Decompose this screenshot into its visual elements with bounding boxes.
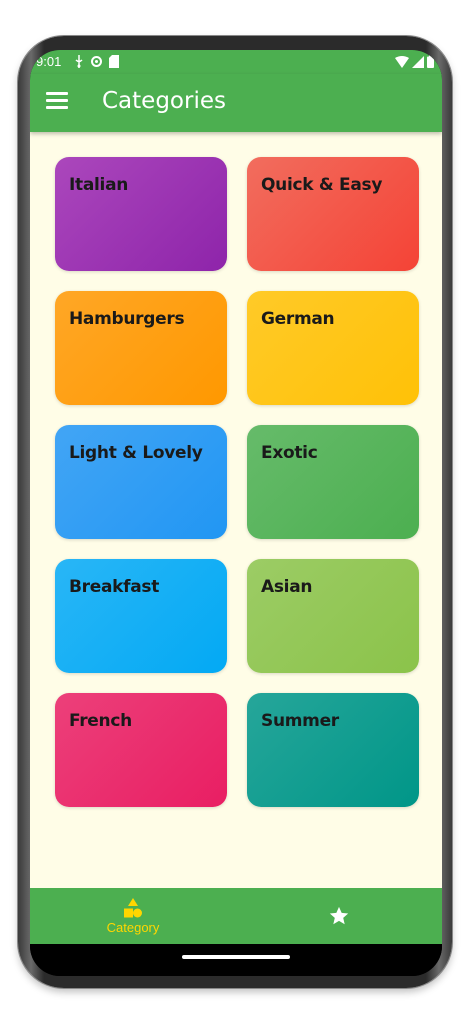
bottom-navigation: Category <box>30 888 442 944</box>
category-tile-label: German <box>261 309 335 329</box>
category-tile-label: Exotic <box>261 443 318 463</box>
nav-tab-favorites[interactable] <box>236 888 442 944</box>
menu-icon[interactable] <box>46 92 68 112</box>
sd-card-icon <box>109 55 119 68</box>
gesture-bar <box>30 944 442 976</box>
category-tile[interactable]: Hamburgers <box>55 291 227 405</box>
battery-icon <box>427 55 434 68</box>
status-time: 9:01 <box>36 54 62 69</box>
nav-tab-category[interactable]: Category <box>30 888 236 944</box>
nav-tab-category-label: Category <box>106 920 160 935</box>
home-indicator[interactable] <box>182 955 290 959</box>
status-system-icons <box>395 55 434 68</box>
category-tile[interactable]: Breakfast <box>55 559 227 673</box>
category-icon <box>124 898 142 918</box>
screen: 9:01 Categories Italian Quick & Easy Hambu… <box>30 50 442 976</box>
category-tile[interactable]: Quick & Easy <box>247 157 419 271</box>
category-tile-label: Breakfast <box>69 577 160 597</box>
category-tile-label: Quick & Easy <box>261 175 383 195</box>
category-tile-label: Italian <box>69 175 129 195</box>
category-tile[interactable]: Summer <box>247 693 419 807</box>
category-tile[interactable]: French <box>55 693 227 807</box>
status-notification-icons <box>74 55 119 68</box>
signal-icon <box>412 56 424 68</box>
category-tile-label: Hamburgers <box>69 309 185 329</box>
category-tile-label: French <box>69 711 132 731</box>
category-tile[interactable]: Exotic <box>247 425 419 539</box>
usb-icon <box>75 55 83 68</box>
category-tile[interactable]: Asian <box>247 559 419 673</box>
wifi-icon <box>395 56 409 68</box>
category-tile-label: Summer <box>261 711 339 731</box>
category-tile-label: Light & Lovely <box>69 443 203 463</box>
star-icon <box>329 906 349 925</box>
category-tile-label: Asian <box>261 577 313 597</box>
category-tile[interactable]: German <box>247 291 419 405</box>
settings-icon <box>91 56 102 67</box>
page-title: Categories <box>102 88 226 114</box>
app-bar: Categories <box>30 74 442 132</box>
category-tile[interactable]: Italian <box>55 157 227 271</box>
category-grid: Italian Quick & Easy Hamburgers German Light… <box>55 157 419 807</box>
status-bar: 9:01 <box>30 50 442 74</box>
category-tile[interactable]: Light & Lovely <box>55 425 227 539</box>
category-list: Italian Quick & Easy Hamburgers German Light… <box>30 132 442 888</box>
